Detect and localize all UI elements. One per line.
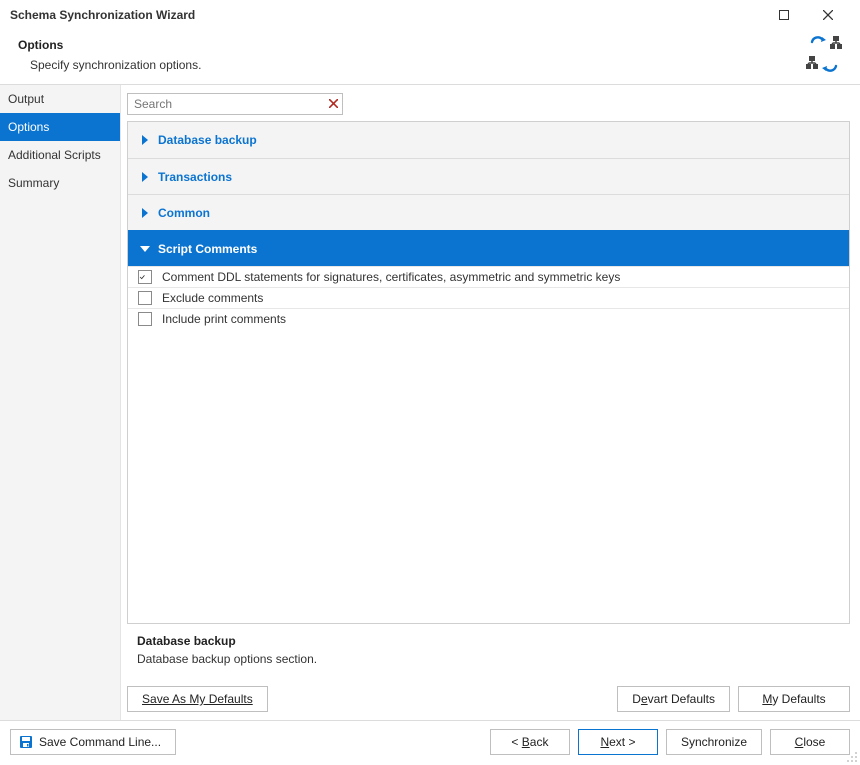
group-common[interactable]: Common [128, 194, 849, 230]
checkbox[interactable] [138, 291, 152, 305]
devart-defaults-button[interactable]: Devart Defaults [617, 686, 730, 712]
group-label: Script Comments [158, 242, 257, 256]
clear-search-icon[interactable] [329, 98, 338, 110]
sidebar-item-summary[interactable]: Summary [0, 169, 120, 197]
save-icon [19, 735, 33, 749]
help-description: Database backup options section. [137, 652, 846, 666]
titlebar: Schema Synchronization Wizard [0, 0, 860, 30]
my-defaults-button[interactable]: My Defaults [738, 686, 850, 712]
maximize-icon [779, 10, 789, 20]
group-transactions[interactable]: Transactions [128, 158, 849, 194]
resize-grip-icon[interactable] [846, 751, 858, 763]
option-exclude-comments[interactable]: Exclude comments [128, 287, 849, 308]
search-box [127, 93, 343, 115]
option-label: Exclude comments [162, 291, 263, 305]
back-button[interactable]: < Back [490, 729, 570, 755]
window-close-button[interactable] [806, 0, 850, 30]
save-as-my-defaults-button[interactable]: Save As My Defaults [127, 686, 268, 712]
group-database-backup[interactable]: Database backup [128, 122, 849, 158]
sidebar-item-output[interactable]: Output [0, 85, 120, 113]
window-maximize-button[interactable] [762, 0, 806, 30]
option-comment-ddl[interactable]: Comment DDL statements for signatures, c… [128, 266, 849, 287]
next-button[interactable]: Next > [578, 729, 658, 755]
help-title: Database backup [137, 634, 846, 648]
sidebar-item-options[interactable]: Options [0, 113, 120, 141]
script-comments-options: Comment DDL statements for signatures, c… [128, 266, 849, 329]
option-include-print-comments[interactable]: Include print comments [128, 308, 849, 329]
window-title: Schema Synchronization Wizard [10, 8, 762, 22]
header-text: Options Specify synchronization options. [18, 38, 802, 72]
chevron-right-icon [140, 135, 150, 145]
group-label: Transactions [158, 170, 232, 184]
header-region: Options Specify synchronization options. [0, 30, 860, 85]
body: Output Options Additional Scripts Summar… [0, 85, 860, 720]
chevron-right-icon [140, 208, 150, 218]
defaults-row: Save As My Defaults Devart Defaults My D… [127, 686, 850, 720]
search-input[interactable] [128, 94, 342, 114]
options-groups: Database backup Transactions Common [127, 121, 850, 624]
page-subtitle: Specify synchronization options. [30, 58, 802, 72]
chevron-down-icon [140, 246, 150, 252]
option-label: Include print comments [162, 312, 286, 326]
group-label: Database backup [158, 133, 257, 147]
checkbox[interactable] [138, 270, 152, 284]
save-command-line-button[interactable]: Save Command Line... [10, 729, 176, 755]
close-icon [823, 10, 833, 20]
checkbox[interactable] [138, 312, 152, 326]
chevron-right-icon [140, 172, 150, 182]
help-strip: Database backup Database backup options … [127, 624, 850, 686]
close-button[interactable]: Close [770, 729, 850, 755]
sidebar-item-additional-scripts[interactable]: Additional Scripts [0, 141, 120, 169]
main-panel: Database backup Transactions Common [121, 85, 860, 720]
sidebar: Output Options Additional Scripts Summar… [0, 85, 121, 720]
synchronize-button[interactable]: Synchronize [666, 729, 762, 755]
wizard-window: Schema Synchronization Wizard Options Sp… [0, 0, 860, 765]
wizard-footer: Save Command Line... < Back Next > Synch… [0, 720, 860, 765]
group-label: Common [158, 206, 210, 220]
page-heading: Options [18, 38, 802, 52]
save-command-line-label: Save Command Line... [39, 735, 161, 749]
group-script-comments[interactable]: Script Comments [128, 230, 849, 266]
groups-empty-area [128, 329, 849, 623]
search-wrap [127, 93, 850, 115]
option-label: Comment DDL statements for signatures, c… [162, 270, 620, 284]
sync-schema-icon [802, 36, 846, 74]
footer-left: Save Command Line... [10, 729, 176, 755]
